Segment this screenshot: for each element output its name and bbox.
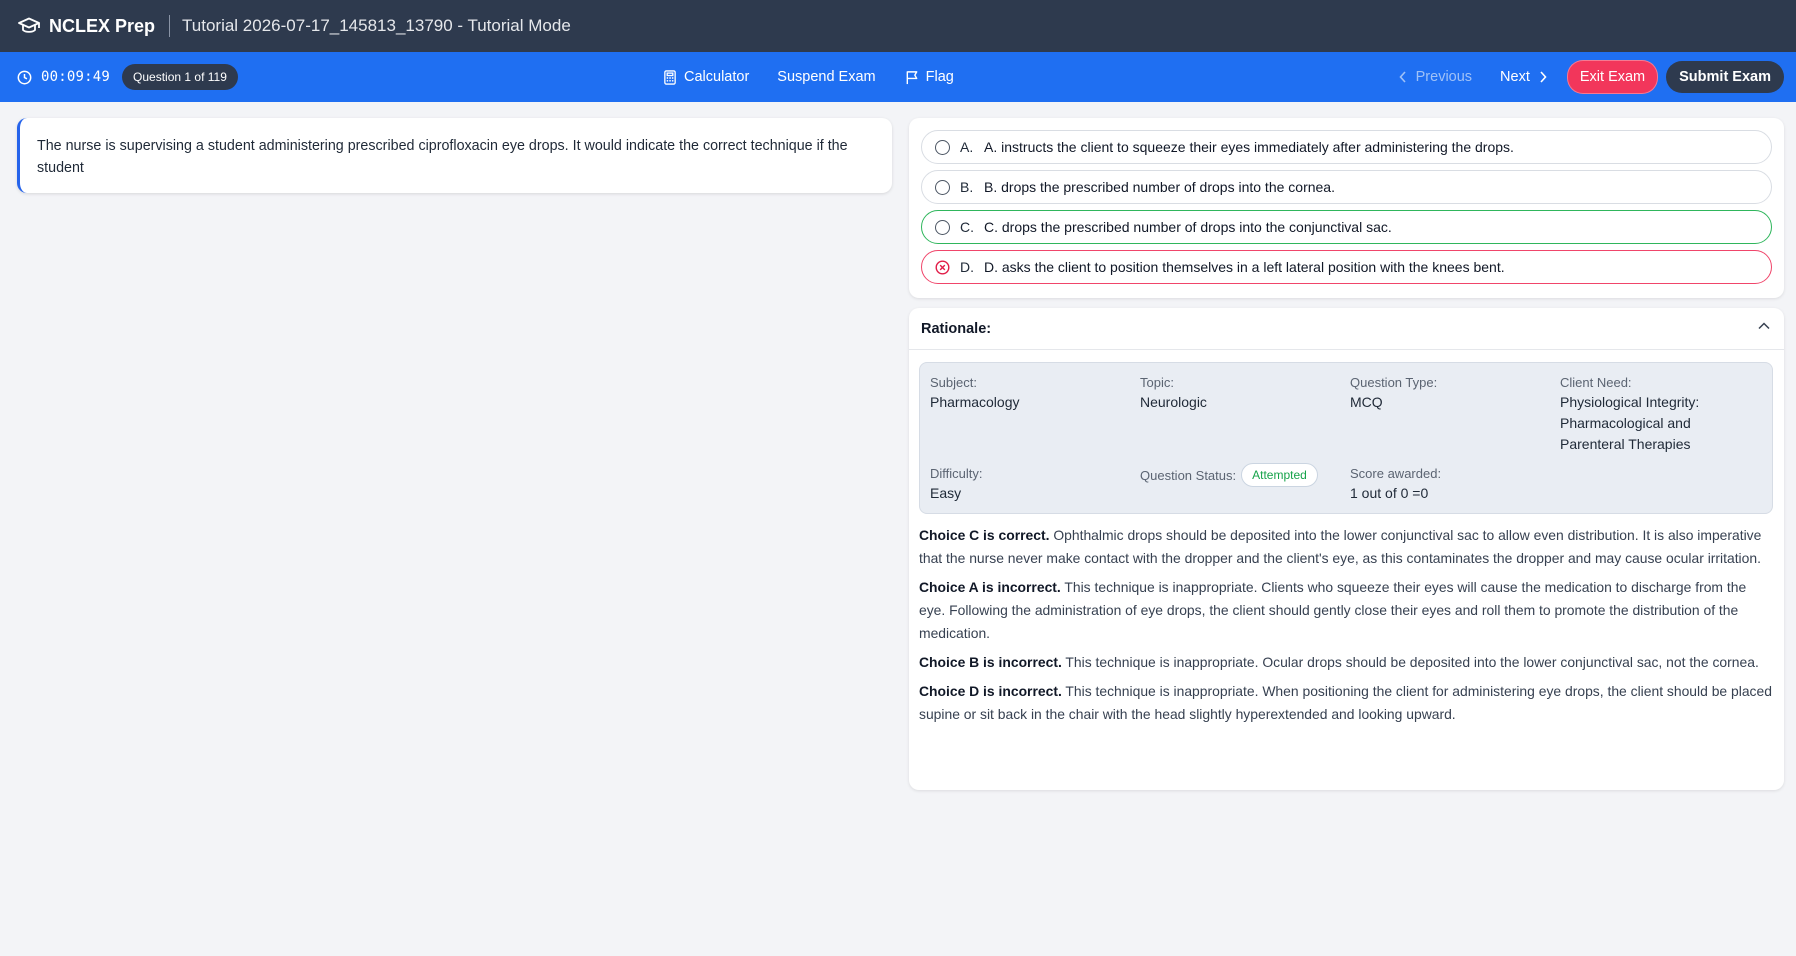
meta-subject: Subject: Pharmacology (930, 375, 1020, 413)
option-c[interactable]: C. C. drops the prescribed number of dro… (921, 210, 1772, 244)
score-label: Score awarded: (1350, 466, 1442, 481)
chevron-left-icon (1399, 71, 1407, 83)
option-a-text: A. instructs the client to squeeze their… (984, 139, 1514, 155)
explanation-lead: Choice D is incorrect. (919, 683, 1062, 699)
question-counter-badge: Question 1 of 119 (122, 64, 238, 90)
difficulty-label: Difficulty: (930, 466, 983, 481)
exam-timer: 00:09:49 (41, 69, 111, 85)
app-title: NCLEX Prep (49, 15, 156, 36)
option-b-text: B. drops the prescribed number of drops … (984, 179, 1335, 195)
question-type-value: MCQ (1350, 394, 1383, 410)
option-b-letter: B. (960, 179, 974, 195)
suspend-exam-label: Suspend Exam (777, 69, 876, 85)
explanation-lead: Choice C is correct. (919, 527, 1050, 543)
option-a[interactable]: A. A. instructs the client to squeeze th… (921, 130, 1772, 164)
chevron-right-icon (1539, 71, 1547, 83)
answer-options: A. A. instructs the client to squeeze th… (909, 118, 1784, 298)
option-c-letter: C. (960, 219, 974, 235)
option-b-radio[interactable] (935, 179, 950, 195)
chevron-up-icon[interactable] (1758, 321, 1772, 336)
next-button[interactable]: Next (1500, 69, 1547, 85)
rationale-panel: Rationale: Subject: Pharmacology Topic: … (909, 308, 1784, 790)
question-metadata: Subject: Pharmacology Topic: Neurologic … (919, 362, 1773, 514)
suspend-exam-button[interactable]: Suspend Exam (777, 69, 875, 85)
question-status-label: Question Status: (1140, 467, 1237, 483)
topic-value: Neurologic (1140, 394, 1207, 410)
explanation-lead: Choice B is incorrect. (919, 654, 1062, 670)
meta-client-need: Client Need: Physiological Integrity: Ph… (1560, 375, 1740, 455)
rationale-explanations: Choice C is correct. Ophthalmic drops sh… (919, 524, 1773, 732)
meta-difficulty: Difficulty: Easy (930, 466, 983, 504)
flag-label: Flag (925, 69, 954, 85)
previous-label: Previous (1415, 69, 1473, 85)
subject-label: Subject: (930, 375, 977, 390)
header-divider (169, 15, 171, 37)
explanation-choice-d: Choice D is incorrect. This technique is… (919, 680, 1773, 726)
rationale-title: Rationale: (921, 320, 992, 337)
submit-exam-button[interactable]: Submit Exam (1666, 61, 1784, 93)
calculator-label: Calculator (684, 69, 750, 85)
question-type-label: Question Type: (1350, 375, 1438, 390)
previous-button[interactable]: Previous (1399, 69, 1472, 85)
client-need-label: Client Need: (1560, 375, 1632, 390)
option-a-radio[interactable] (935, 139, 950, 155)
exam-toolbar: 00:09:49 Question 1 of 119 Calculator Su… (0, 52, 1796, 102)
clock-icon (17, 70, 32, 85)
option-c-text: C. drops the prescribed number of drops … (984, 219, 1392, 235)
explanation-choice-c: Choice C is correct. Ophthalmic drops sh… (919, 524, 1773, 570)
question-card: The nurse is supervising a student admin… (17, 118, 892, 193)
x-circle-icon[interactable] (935, 260, 950, 275)
score-value: 1 out of 0 =0 (1350, 485, 1429, 501)
option-a-letter: A. (960, 139, 974, 155)
client-need-value: Physiological Integrity: Pharmacological… (1560, 394, 1700, 452)
app-header: NCLEX Prep Tutorial 2026-07-17_145813_13… (0, 0, 1796, 52)
difficulty-value: Easy (930, 485, 962, 501)
option-c-radio[interactable] (935, 219, 950, 235)
topic-label: Topic: (1140, 375, 1174, 390)
rationale-header[interactable]: Rationale: (909, 308, 1784, 350)
explanation-lead: Choice A is incorrect. (919, 579, 1061, 595)
option-b[interactable]: B. B. drops the prescribed number of dro… (921, 170, 1772, 204)
explanation-choice-b: Choice B is incorrect. This technique is… (919, 651, 1773, 674)
exit-exam-button[interactable]: Exit Exam (1566, 60, 1659, 94)
calculator-button[interactable]: Calculator (663, 69, 749, 85)
calculator-icon (663, 69, 678, 85)
next-label: Next (1500, 69, 1530, 85)
explanation-choice-a: Choice A is incorrect. This technique is… (919, 576, 1773, 645)
graduation-cap-icon (17, 14, 41, 38)
option-d-text: D. asks the client to position themselve… (984, 259, 1505, 275)
status-badge: Attempted (1241, 463, 1318, 487)
flag-icon (905, 70, 920, 85)
option-d[interactable]: D. D. asks the client to position themse… (921, 250, 1772, 284)
exam-title: Tutorial 2026-07-17_145813_13790 - Tutor… (182, 16, 571, 35)
meta-question-type: Question Type: MCQ (1350, 375, 1437, 413)
subject-value: Pharmacology (930, 394, 1020, 410)
meta-question-status: Question Status: Attempted (1140, 463, 1318, 487)
question-stem: The nurse is supervising a student admin… (37, 138, 848, 176)
flag-button[interactable]: Flag (905, 69, 954, 85)
explanation-body: This technique is inappropriate. Ocular … (1061, 654, 1759, 670)
option-d-letter: D. (960, 259, 974, 275)
meta-score: Score awarded: 1 out of 0 =0 (1350, 466, 1441, 504)
meta-topic: Topic: Neurologic (1140, 375, 1207, 413)
